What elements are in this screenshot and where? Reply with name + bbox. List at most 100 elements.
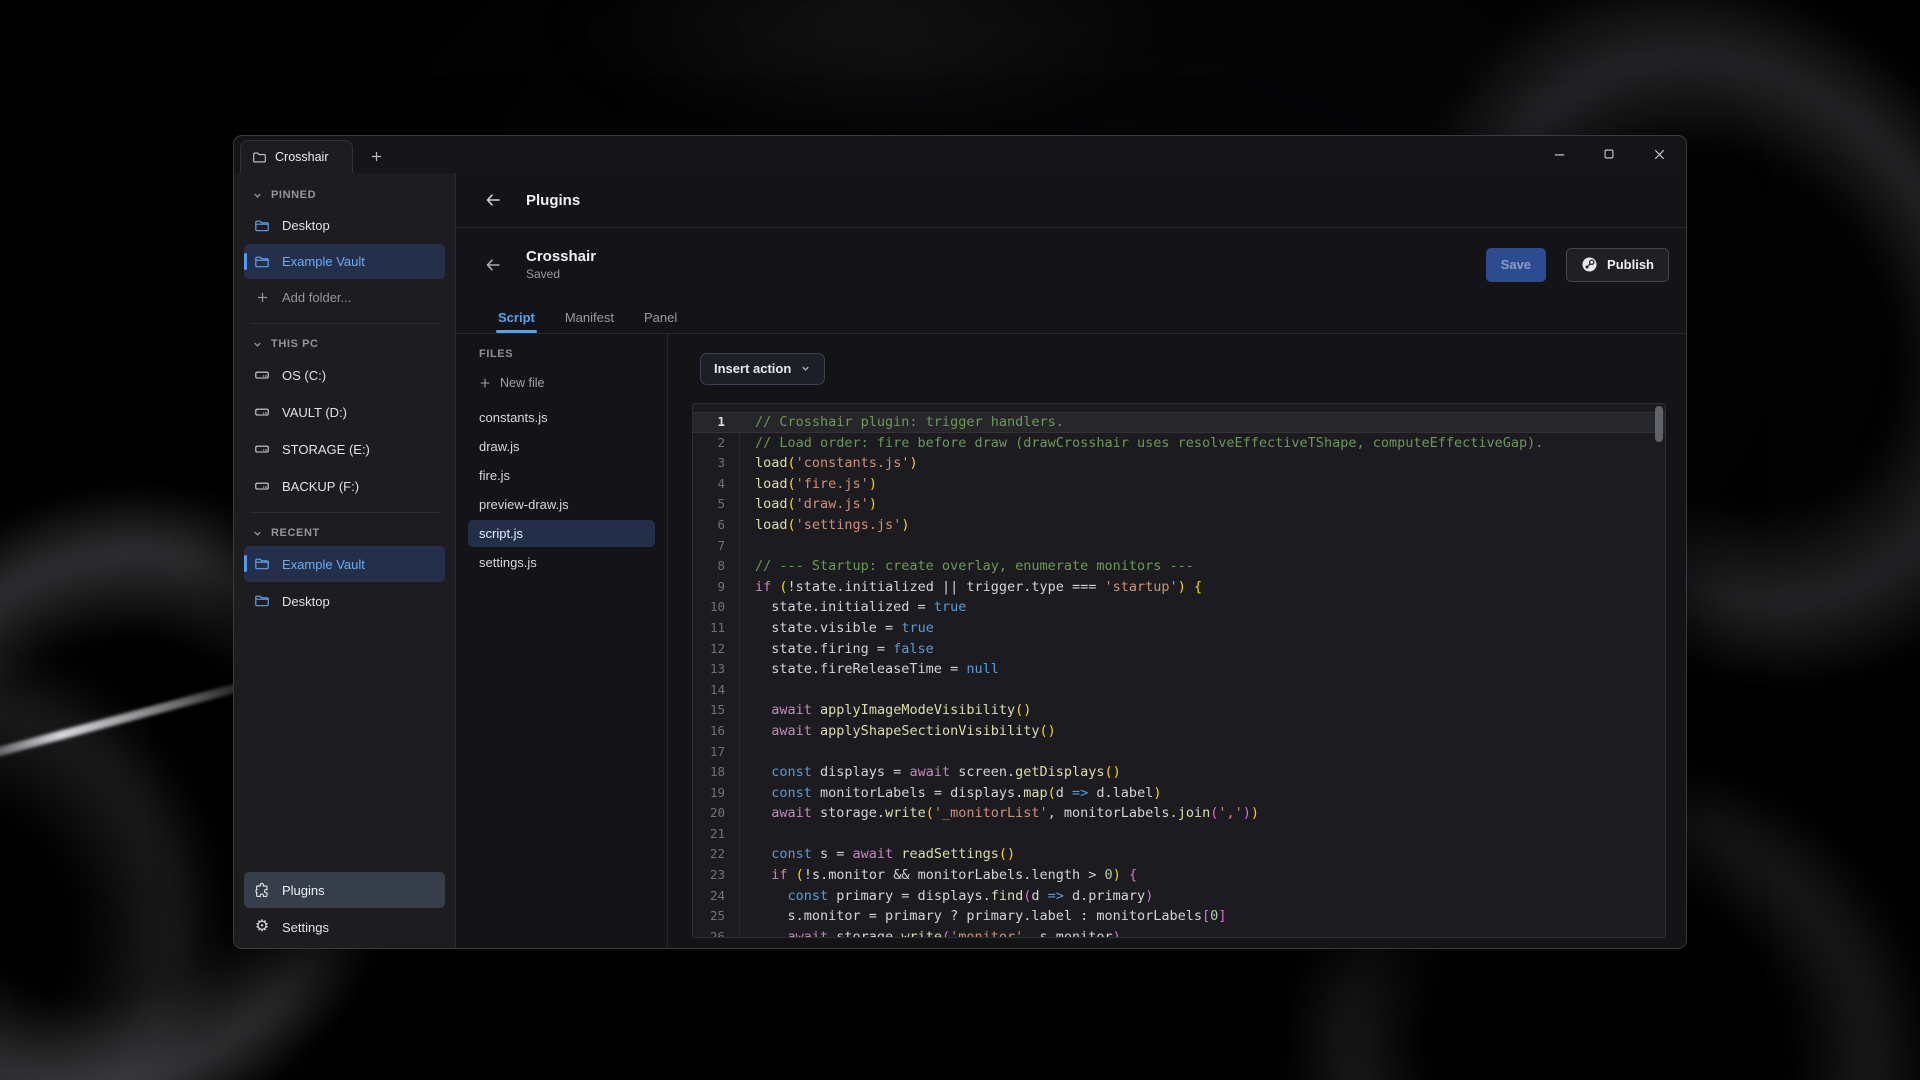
code-line[interactable]: 25 s.monitor = primary ? primary.label :… bbox=[693, 906, 1665, 927]
code-line[interactable]: 2// Load order: fire before draw (drawCr… bbox=[693, 433, 1665, 454]
window-tab[interactable]: Crosshair bbox=[240, 140, 353, 173]
publish-button[interactable]: Publish bbox=[1566, 248, 1669, 282]
drive-icon bbox=[254, 404, 270, 420]
line-number: 16 bbox=[693, 721, 739, 742]
folder-icon bbox=[254, 254, 270, 270]
new-tab-button[interactable] bbox=[361, 143, 391, 169]
page-title: Plugins bbox=[526, 192, 580, 209]
tab-panel[interactable]: Panel bbox=[642, 301, 679, 333]
folder-icon bbox=[254, 556, 270, 572]
line-number: 6 bbox=[693, 515, 739, 536]
line-number: 5 bbox=[693, 494, 739, 515]
tab-script[interactable]: Script bbox=[496, 301, 537, 333]
sidebar-item-example-vault[interactable]: Example Vault bbox=[244, 244, 445, 279]
plugin-detail-header: Crosshair Saved Save Publish bbox=[456, 228, 1686, 301]
back-arrow-icon bbox=[484, 256, 502, 274]
files-panel: FILES New file constants.jsdraw.jsfire.j… bbox=[456, 334, 668, 949]
code-line[interactable]: 24 const primary = displays.find(d => d.… bbox=[693, 886, 1665, 907]
line-number: 20 bbox=[693, 803, 739, 824]
minimize-button[interactable] bbox=[1534, 136, 1584, 172]
line-text: if (!state.initialized || trigger.type =… bbox=[739, 577, 1665, 598]
sidebar-item-vault-d[interactable]: VAULT (D:) bbox=[244, 394, 445, 430]
code-line[interactable]: 11 state.visible = true bbox=[693, 618, 1665, 639]
line-number: 22 bbox=[693, 844, 739, 865]
sidebar-item-recent-desktop[interactable]: Desktop bbox=[244, 583, 445, 619]
puzzle-icon bbox=[254, 882, 270, 898]
sidebar-section-recent[interactable]: RECENT bbox=[244, 521, 445, 545]
line-number: 1 bbox=[693, 412, 739, 433]
code-line[interactable]: 17 bbox=[693, 742, 1665, 763]
code-line[interactable]: 13 state.fireReleaseTime = null bbox=[693, 659, 1665, 680]
tab-manifest[interactable]: Manifest bbox=[563, 301, 616, 333]
code-line[interactable]: 4load('fire.js') bbox=[693, 474, 1665, 495]
code-line[interactable]: 20 await storage.write('_monitorList', m… bbox=[693, 803, 1665, 824]
line-number: 24 bbox=[693, 886, 739, 907]
sidebar-item-backup-f[interactable]: BACKUP (F:) bbox=[244, 468, 445, 504]
back-arrow-icon bbox=[484, 191, 502, 209]
code-line[interactable]: 23 if (!s.monitor && monitorLabels.lengt… bbox=[693, 865, 1665, 886]
file-item[interactable]: fire.js bbox=[468, 462, 655, 489]
selection-accent-bar bbox=[244, 253, 247, 270]
sidebar-item-recent-example-vault[interactable]: Example Vault bbox=[244, 546, 445, 582]
sidebar-section-this-pc[interactable]: THIS PC bbox=[244, 332, 445, 356]
code-line[interactable]: 15 await applyImageModeVisibility() bbox=[693, 700, 1665, 721]
maximize-button[interactable] bbox=[1584, 136, 1634, 172]
code-line[interactable]: 26 await storage.write('monitor', s.moni… bbox=[693, 927, 1665, 937]
close-button[interactable] bbox=[1634, 136, 1684, 172]
line-text: load('settings.js') bbox=[739, 515, 1665, 536]
code-line[interactable]: 18 const displays = await screen.getDisp… bbox=[693, 762, 1665, 783]
file-item[interactable]: constants.js bbox=[468, 404, 655, 431]
line-number: 18 bbox=[693, 762, 739, 783]
file-item[interactable]: preview-draw.js bbox=[468, 491, 655, 518]
code-line[interactable]: 8// --- Startup: create overlay, enumera… bbox=[693, 556, 1665, 577]
file-list: constants.jsdraw.jsfire.jspreview-draw.j… bbox=[468, 404, 655, 576]
code-line[interactable]: 5load('draw.js') bbox=[693, 494, 1665, 515]
editor-scrollbar-thumb[interactable] bbox=[1655, 406, 1663, 442]
back-button[interactable] bbox=[478, 185, 508, 215]
save-button[interactable]: Save bbox=[1486, 248, 1546, 282]
code-line[interactable]: 14 bbox=[693, 680, 1665, 701]
code-line[interactable]: 12 state.firing = false bbox=[693, 639, 1665, 660]
line-text: s.monitor = primary ? primary.label : mo… bbox=[739, 906, 1665, 927]
code-line[interactable]: 19 const monitorLabels = displays.map(d … bbox=[693, 783, 1665, 804]
sidebar-item-storage-e[interactable]: STORAGE (E:) bbox=[244, 431, 445, 467]
line-text: const s = await readSettings() bbox=[739, 844, 1665, 865]
code-line[interactable]: 22 const s = await readSettings() bbox=[693, 844, 1665, 865]
files-panel-header: FILES bbox=[468, 348, 655, 360]
new-file-button[interactable]: New file bbox=[468, 370, 655, 396]
code-line[interactable]: 21 bbox=[693, 824, 1665, 845]
plugin-name: Crosshair bbox=[526, 248, 596, 265]
code-line[interactable]: 6load('settings.js') bbox=[693, 515, 1665, 536]
folder-icon bbox=[254, 218, 270, 234]
plugin-status: Saved bbox=[526, 267, 596, 281]
code-line[interactable]: 1// Crosshair plugin: trigger handlers. bbox=[693, 412, 1665, 433]
code-line[interactable]: 10 state.initialized = true bbox=[693, 597, 1665, 618]
code-line[interactable]: 7 bbox=[693, 536, 1665, 557]
file-item[interactable]: script.js bbox=[468, 520, 655, 547]
maximize-icon bbox=[1602, 147, 1616, 161]
line-number: 15 bbox=[693, 700, 739, 721]
line-number: 19 bbox=[693, 783, 739, 804]
code-line[interactable]: 16 await applyShapeSectionVisibility() bbox=[693, 721, 1665, 742]
sidebar-item-plugins[interactable]: Plugins bbox=[244, 872, 445, 908]
line-text bbox=[739, 742, 1665, 763]
code-line[interactable]: 3load('constants.js') bbox=[693, 453, 1665, 474]
plus-icon bbox=[370, 150, 383, 163]
line-number: 12 bbox=[693, 639, 739, 660]
folder-icon bbox=[251, 149, 267, 165]
code-editor[interactable]: 1// Crosshair plugin: trigger handlers.2… bbox=[692, 403, 1666, 938]
file-item[interactable]: settings.js bbox=[468, 549, 655, 576]
line-text: // Crosshair plugin: trigger handlers. bbox=[739, 412, 1665, 433]
sidebar-item-settings[interactable]: ⚙︎ Settings bbox=[244, 909, 445, 945]
sidebar-item-os-c[interactable]: OS (C:) bbox=[244, 357, 445, 393]
insert-action-button[interactable]: Insert action bbox=[700, 353, 825, 385]
sidebar-item-desktop[interactable]: Desktop bbox=[244, 208, 445, 243]
code-line[interactable]: 9if (!state.initialized || trigger.type … bbox=[693, 577, 1665, 598]
add-folder-button[interactable]: Add folder... bbox=[244, 280, 445, 315]
line-number: 17 bbox=[693, 742, 739, 763]
line-number: 26 bbox=[693, 927, 739, 937]
file-item[interactable]: draw.js bbox=[468, 433, 655, 460]
sidebar-section-pinned[interactable]: PINNED bbox=[244, 183, 445, 207]
plugin-back-button[interactable] bbox=[478, 250, 508, 280]
chevron-down-icon bbox=[252, 528, 263, 539]
